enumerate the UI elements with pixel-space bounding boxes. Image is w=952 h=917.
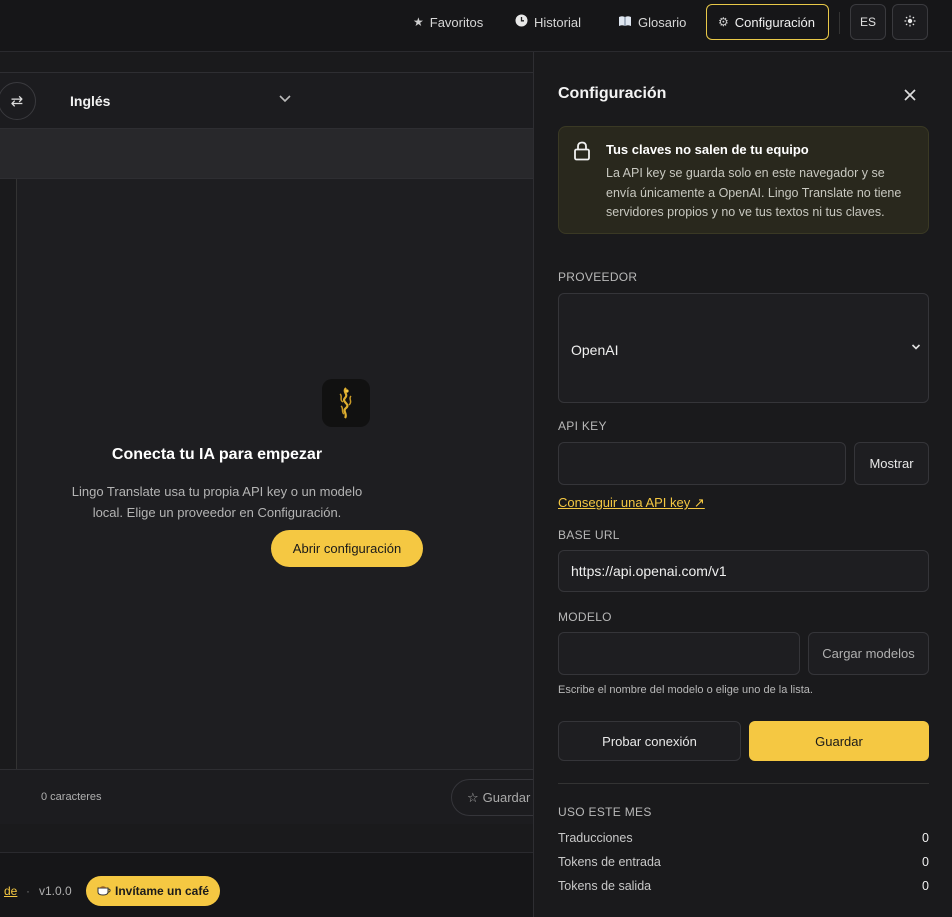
usage-title: USO ESTE MES bbox=[558, 805, 652, 819]
language-label: ES bbox=[859, 15, 876, 29]
privacy-notice: Tus claves no salen de tu equipo La API … bbox=[558, 126, 929, 234]
empty-state-description: Lingo Translate usa tu propia API key o … bbox=[0, 481, 547, 523]
swap-languages-button[interactable]: ⇄ bbox=[0, 82, 36, 120]
provider-value: OpenAI bbox=[571, 342, 619, 358]
app-version: v1.0.0 bbox=[39, 884, 72, 898]
test-connection-button[interactable]: Probar conexión bbox=[558, 721, 741, 761]
favorites-button[interactable]: ★ Favoritos bbox=[402, 4, 494, 40]
model-label: MODELO bbox=[558, 610, 612, 624]
coffee-icon bbox=[97, 884, 111, 899]
get-api-key-link[interactable]: Conseguir una API key ↗ bbox=[558, 495, 705, 511]
usage-value: 0 bbox=[922, 831, 929, 845]
settings-title: Configuración bbox=[558, 85, 667, 102]
chevron-down-icon bbox=[278, 91, 292, 107]
language-row: ⇄ Inglés bbox=[0, 73, 540, 129]
top-nav: ★ Favoritos Historial Glosario ⚙ Configu… bbox=[0, 0, 952, 52]
usage-row-output-tokens: Tokens de salida 0 bbox=[558, 879, 929, 893]
base-url-label: BASE URL bbox=[558, 528, 620, 542]
translation-footer: 0 caracteres ☆ Guardar bbox=[0, 769, 551, 824]
sun-icon bbox=[904, 15, 916, 30]
buy-me-coffee-button[interactable]: Invítame un café bbox=[86, 876, 220, 906]
api-key-input[interactable] bbox=[558, 442, 846, 485]
empty-state-line-2: local. Elige un proveedor en Configuraci… bbox=[92, 505, 342, 520]
privacy-notice-line-2: envía únicamente a OpenAI. Lingo Transla… bbox=[606, 185, 902, 200]
close-icon bbox=[904, 84, 916, 106]
model-help-text: Escribe el nombre del modelo o elige uno… bbox=[558, 684, 813, 696]
load-models-button[interactable]: Cargar modelos bbox=[808, 632, 929, 675]
privacy-notice-line-1: La API key se guarda solo en este navega… bbox=[606, 166, 885, 180]
glossary-label: Glosario bbox=[638, 14, 687, 30]
empty-state-title: Conecta tu IA para empezar bbox=[111, 446, 323, 463]
privacy-notice-body: La API key se guarda solo en este navega… bbox=[606, 164, 916, 223]
book-icon bbox=[618, 15, 632, 30]
base-url-input[interactable] bbox=[558, 550, 929, 592]
page-footer: de · v1.0.0 Invítame un café bbox=[0, 852, 540, 917]
show-api-key-button[interactable]: Mostrar bbox=[854, 442, 929, 485]
usage-row-translations: Traducciones 0 bbox=[558, 831, 929, 845]
model-input[interactable] bbox=[558, 632, 800, 675]
privacy-notice-title: Tus claves no salen de tu equipo bbox=[606, 142, 809, 157]
coffee-label: Invítame un café bbox=[114, 884, 210, 898]
footer-link[interactable]: de bbox=[4, 884, 17, 898]
save-settings-button[interactable]: Guardar bbox=[749, 721, 929, 761]
usage-row-input-tokens: Tokens de entrada 0 bbox=[558, 855, 929, 869]
nav-divider bbox=[839, 12, 840, 34]
target-language-label: Inglés bbox=[70, 93, 111, 109]
app-logo-icon bbox=[322, 379, 370, 427]
usage-label: Tokens de entrada bbox=[558, 855, 661, 869]
clock-icon bbox=[515, 14, 528, 30]
usage-label: Tokens de salida bbox=[558, 879, 652, 893]
mode-toolbar bbox=[0, 129, 540, 179]
star-outline-icon: ☆ bbox=[467, 789, 479, 805]
usage-label: Traducciones bbox=[558, 831, 633, 845]
language-switch-button[interactable]: ES bbox=[850, 4, 886, 40]
source-text-area[interactable] bbox=[0, 179, 17, 769]
history-label: Historial bbox=[534, 14, 581, 30]
usage-value: 0 bbox=[922, 879, 929, 893]
chevron-down-icon bbox=[911, 340, 921, 354]
open-settings-button[interactable]: Abrir configuración bbox=[271, 530, 423, 567]
settings-button[interactable]: ⚙ Configuración bbox=[706, 4, 829, 40]
usage-divider bbox=[558, 783, 929, 784]
api-key-label: API KEY bbox=[558, 419, 607, 433]
theme-toggle-button[interactable] bbox=[892, 4, 928, 40]
lock-icon bbox=[573, 141, 591, 164]
close-settings-button[interactable] bbox=[904, 85, 916, 105]
privacy-notice-line-3: servidores propios y no ve tus textos ni… bbox=[606, 205, 885, 219]
provider-select[interactable]: OpenAI bbox=[558, 293, 929, 403]
empty-state-line-1: Lingo Translate usa tu propia API key o … bbox=[71, 484, 363, 499]
provider-label: PROVEEDOR bbox=[558, 270, 638, 284]
save-translation-label: Guardar bbox=[482, 790, 531, 805]
char-count: 0 caracteres bbox=[41, 791, 102, 803]
settings-label: Configuración bbox=[734, 14, 815, 30]
history-button[interactable]: Historial bbox=[504, 4, 592, 40]
glossary-button[interactable]: Glosario bbox=[607, 4, 697, 40]
footer-separator: · bbox=[26, 884, 30, 898]
favorites-label: Favoritos bbox=[429, 14, 484, 30]
swap-icon: ⇄ bbox=[10, 93, 24, 110]
settings-panel: Configuración Tus claves no salen de tu … bbox=[533, 52, 952, 917]
star-icon: ★ bbox=[413, 15, 424, 29]
gear-icon: ⚙ bbox=[718, 15, 729, 29]
empty-state: Conecta tu IA para empezar Lingo Transla… bbox=[17, 179, 540, 769]
usage-value: 0 bbox=[922, 855, 929, 869]
translator-panel: ⇄ Inglés Conecta tu IA para empezar Ling… bbox=[0, 72, 551, 824]
